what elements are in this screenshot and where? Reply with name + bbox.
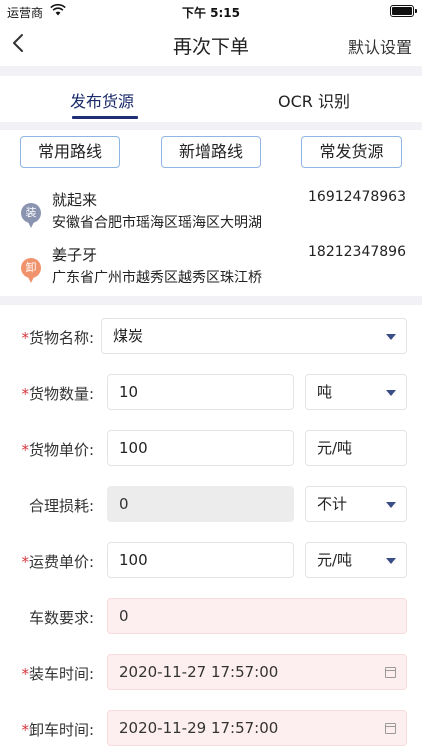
vehicles-input[interactable]: 0 [107, 598, 407, 634]
unloading-badge-text: 卸 [25, 261, 37, 274]
section-divider [0, 296, 422, 305]
loading-badge-text: 装 [25, 206, 37, 219]
dropdown-caret-icon [386, 390, 396, 396]
cargo-qty-unit-select[interactable]: 吨 [305, 374, 407, 410]
frequent-cargo-button[interactable]: 常发货源 [301, 136, 402, 168]
calendar-icon [385, 667, 396, 678]
loss-option-value: 不计 [317, 495, 348, 513]
status-time: 下午 5:15 [181, 6, 241, 20]
loss-input: 0 [107, 486, 294, 522]
form-row-cargo-name: *货物名称: 煤炭 [0, 318, 422, 356]
cargo-price-unit: 元/吨 [305, 430, 407, 466]
unloading-pin-icon: 卸 [21, 258, 41, 283]
unloading-address-text: 广东省广州市越秀区越秀区珠江桥 [52, 270, 262, 286]
dropdown-caret-icon [386, 558, 396, 564]
form-row-load-time: *装车时间: 2020-11-27 17:57:00 [0, 654, 422, 692]
form-row-cargo-price: *货物单价: 100 元/吨 [0, 430, 422, 468]
loading-contact-name: 就起来 [52, 191, 98, 209]
tab-ocr[interactable]: OCR 识别 [278, 88, 350, 112]
unloading-contact-name: 姜子牙 [52, 246, 98, 264]
loading-address[interactable]: 装 就起来 16912478963 安徽省合肥市瑶海区瑶海区大明湖 [0, 186, 422, 236]
form-row-unload-time: *卸车时间: 2020-11-29 17:57:00 [0, 710, 422, 748]
tab-publish-cargo[interactable]: 发布货源 [70, 88, 134, 112]
section-divider [0, 122, 422, 130]
cargo-qty-label: *货物数量: [21, 385, 94, 403]
default-settings-button[interactable]: 默认设置 [348, 34, 412, 58]
cargo-qty-unit-value: 吨 [317, 383, 333, 401]
battery-icon [390, 5, 417, 17]
freight-price-input[interactable]: 100 [107, 542, 294, 578]
freight-price-label: *运费单价: [21, 553, 94, 571]
common-routes-button[interactable]: 常用路线 [20, 136, 120, 168]
load-time-label: *装车时间: [21, 665, 94, 683]
unloading-address[interactable]: 卸 姜子牙 18212347896 广东省广州市越秀区越秀区珠江桥 [0, 241, 422, 291]
cargo-name-value: 煤炭 [113, 327, 144, 345]
freight-unit-value: 元/吨 [317, 551, 353, 569]
load-time-value: 2020-11-27 17:57:00 [119, 663, 279, 681]
unload-time-label: *卸车时间: [21, 721, 94, 739]
loading-pin-icon: 装 [21, 203, 41, 228]
add-route-button[interactable]: 新增路线 [161, 136, 261, 168]
freight-unit-select[interactable]: 元/吨 [305, 542, 407, 578]
loss-option-select[interactable]: 不计 [305, 486, 407, 522]
dropdown-caret-icon [386, 502, 396, 508]
form-row-vehicles: 车数要求: 0 [0, 598, 422, 636]
tab-bar: 发布货源 OCR 识别 [0, 76, 422, 122]
unloading-contact-phone: 18212347896 [308, 244, 406, 260]
calendar-icon [385, 723, 396, 734]
cargo-price-label: *货物单价: [21, 441, 94, 459]
cargo-name-label: *货物名称: [21, 329, 94, 347]
form-row-cargo-qty: *货物数量: 10 吨 [0, 374, 422, 412]
loading-contact-phone: 16912478963 [308, 189, 406, 205]
cargo-name-select[interactable]: 煤炭 [101, 318, 407, 354]
status-bar: 运营商 下午 5:15 [0, 0, 422, 22]
active-tab-indicator [72, 116, 138, 119]
section-divider [0, 66, 422, 76]
form-row-freight-price: *运费单价: 100 元/吨 [0, 542, 422, 580]
load-time-picker[interactable]: 2020-11-27 17:57:00 [107, 654, 407, 690]
dropdown-caret-icon [386, 334, 396, 340]
vehicles-label: 车数要求: [28, 609, 94, 627]
cargo-price-input[interactable]: 100 [107, 430, 294, 466]
loading-address-text: 安徽省合肥市瑶海区瑶海区大明湖 [52, 215, 262, 231]
navigation-bar: 再次下单 默认设置 [0, 22, 422, 66]
unload-time-picker[interactable]: 2020-11-29 17:57:00 [107, 710, 407, 746]
cargo-qty-input[interactable]: 10 [107, 374, 294, 410]
form-row-loss: 合理损耗: 0 不计 [0, 486, 422, 524]
loss-label: 合理损耗: [28, 497, 94, 515]
unload-time-value: 2020-11-29 17:57:00 [119, 719, 279, 737]
